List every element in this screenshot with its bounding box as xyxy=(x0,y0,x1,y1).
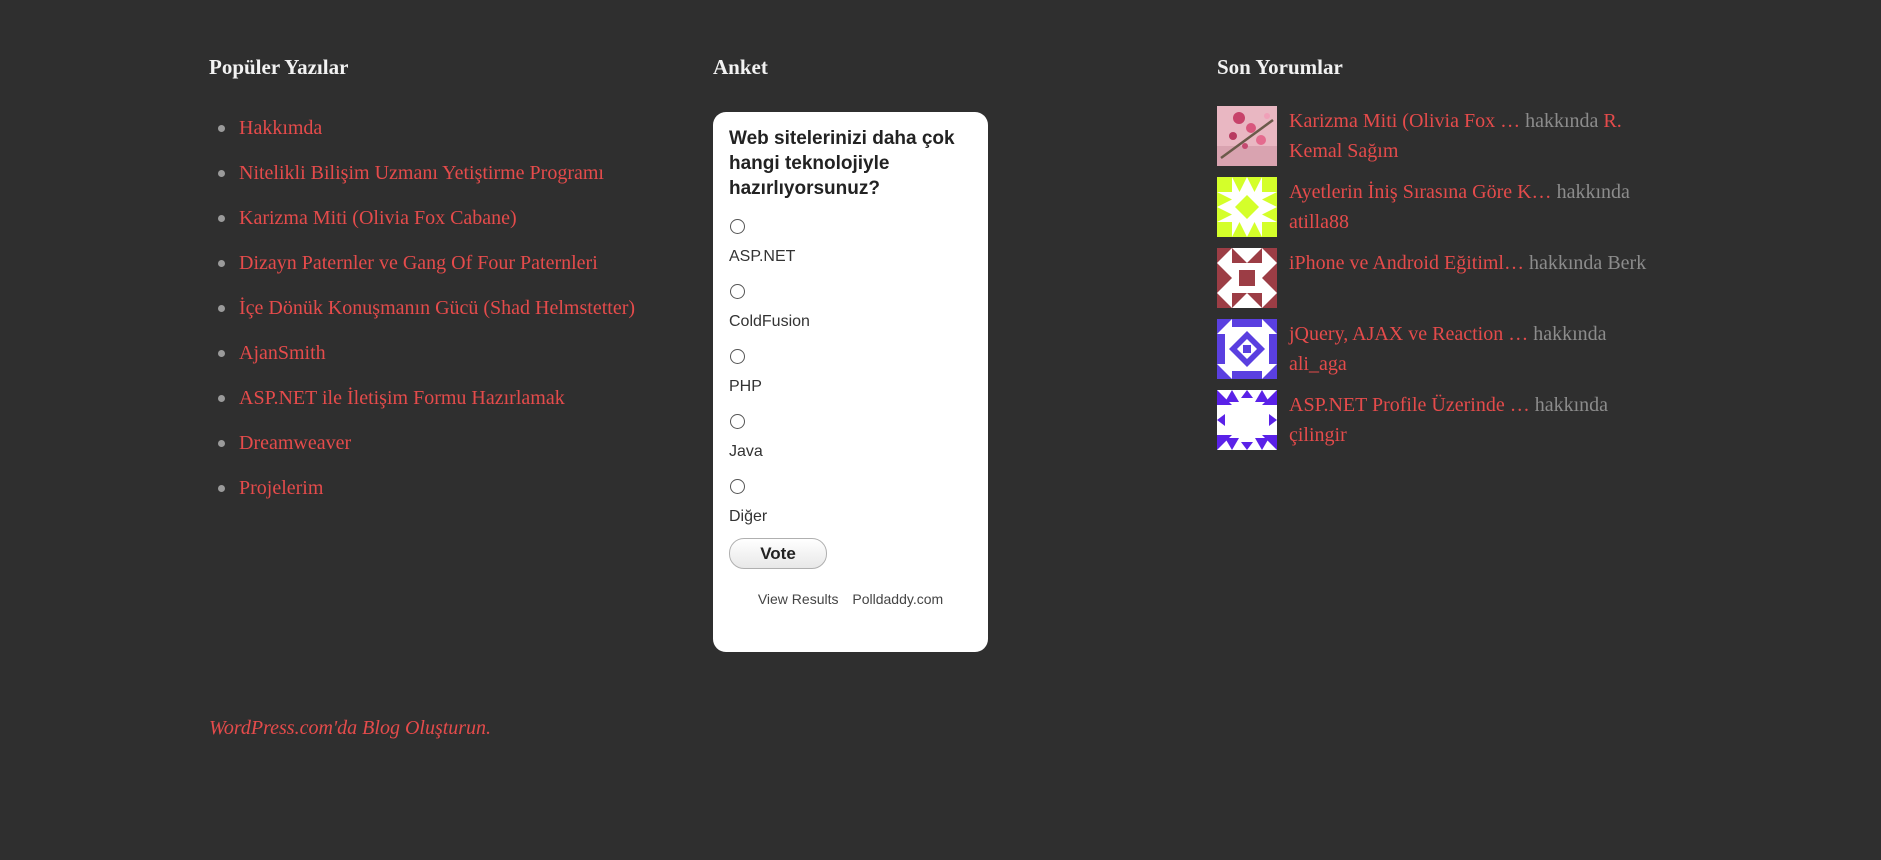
radio-button[interactable] xyxy=(730,284,745,299)
poll-answer: Java xyxy=(729,414,972,479)
list-item: Karizma Miti (Olivia Fox … hakkında R. K… xyxy=(1217,106,1667,177)
popular-posts-widget: Popüler Yazılar Hakkımda Nitelikli Biliş… xyxy=(209,52,689,511)
comment-post-link[interactable]: jQuery, AJAX ve Reaction … xyxy=(1289,323,1528,345)
poll-question: Web sitelerinizi daha çok hangi teknoloj… xyxy=(729,128,955,199)
comment-post-link[interactable]: iPhone ve Android Eğitiml… xyxy=(1289,252,1524,274)
answer-label[interactable]: Diğer xyxy=(729,507,972,527)
list-item: iPhone ve Android Eğitiml… hakkında Berk xyxy=(1217,248,1667,319)
poll-answers: ASP.NET ColdFusion PHP Java Diğer xyxy=(729,219,972,544)
comment-author: Berk xyxy=(1607,252,1647,274)
purple-identicon-avatar[interactable] xyxy=(1217,319,1277,379)
popular-post-link[interactable]: Hakkımda xyxy=(239,117,322,139)
popular-post-link[interactable]: İçe Dönük Konuşmanın Gücü (Shad Helmstet… xyxy=(239,297,635,319)
list-item: Dizayn Paternler ve Gang Of Four Paternl… xyxy=(218,241,689,286)
bullet-icon xyxy=(218,485,225,492)
list-item: Hakkımda xyxy=(218,106,689,151)
poll-answer: Diğer xyxy=(729,479,972,544)
poll-widget: Anket Web sitelerinizi daha çok hangi te… xyxy=(713,52,988,652)
list-item: ASP.NET Profile Üzerinde … hakkında çili… xyxy=(1217,390,1667,461)
poll-answer: ColdFusion xyxy=(729,284,972,349)
comment-post-link[interactable]: Karizma Miti (Olivia Fox … xyxy=(1289,110,1520,132)
popular-post-link[interactable]: Karizma Miti (Olivia Fox Cabane) xyxy=(239,207,517,229)
answer-label[interactable]: ASP.NET xyxy=(729,247,972,267)
comment-about: hakkında xyxy=(1533,323,1607,345)
answer-label[interactable]: ColdFusion xyxy=(729,312,972,332)
list-item: İçe Dönük Konuşmanın Gücü (Shad Helmstet… xyxy=(218,286,689,331)
recent-comments-list: Karizma Miti (Olivia Fox … hakkında R. K… xyxy=(1217,106,1667,461)
list-item: Projelerim xyxy=(218,466,689,511)
comment-text: ASP.NET Profile Üzerinde … hakkında çili… xyxy=(1289,390,1659,450)
comment-author-link[interactable]: çilingir xyxy=(1289,424,1347,446)
radio-button[interactable] xyxy=(730,479,745,494)
comment-about: hakkında xyxy=(1556,181,1630,203)
comment-text: Karizma Miti (Olivia Fox … hakkında R. K… xyxy=(1289,106,1659,166)
comment-about: hakkında xyxy=(1525,110,1599,132)
bullet-icon xyxy=(218,215,225,222)
poll-title: Anket xyxy=(713,55,768,79)
popular-post-link[interactable]: ASP.NET ile İletişim Formu Hazırlamak xyxy=(239,387,565,409)
bullet-icon xyxy=(218,395,225,402)
violet-identicon-avatar[interactable] xyxy=(1217,390,1277,450)
list-item: Dreamweaver xyxy=(218,421,689,466)
bullet-icon xyxy=(218,305,225,312)
lime-identicon-avatar[interactable] xyxy=(1217,177,1277,237)
popular-post-link[interactable]: Dreamweaver xyxy=(239,432,351,454)
list-item: AjanSmith xyxy=(218,331,689,376)
list-item: jQuery, AJAX ve Reaction … hakkında ali_… xyxy=(1217,319,1667,390)
view-results-link[interactable]: View Results xyxy=(758,591,839,607)
comment-about: hakkında xyxy=(1534,394,1609,416)
poll-box: Web sitelerinizi daha çok hangi teknoloj… xyxy=(713,112,988,652)
comment-author-link[interactable]: ali_aga xyxy=(1289,353,1347,375)
radio-button[interactable] xyxy=(730,349,745,364)
comment-post-link[interactable]: ASP.NET Profile Üzerinde … xyxy=(1289,394,1530,416)
popular-post-link[interactable]: Nitelikli Bilişim Uzmanı Yetiştirme Prog… xyxy=(239,162,604,184)
pink-flower-photo-avatar[interactable] xyxy=(1217,106,1277,166)
list-item: Nitelikli Bilişim Uzmanı Yetiştirme Prog… xyxy=(218,151,689,196)
wordpress-credit-link[interactable]: WordPress.com'da Blog Oluşturun. xyxy=(209,717,491,739)
recent-comments-title: Son Yorumlar xyxy=(1217,55,1343,79)
list-item: Ayetlerin İniş Sırasına Göre K… hakkında… xyxy=(1217,177,1667,248)
popular-posts-title: Popüler Yazılar xyxy=(209,55,349,79)
polldaddy-link[interactable]: Polldaddy.com xyxy=(852,591,943,607)
answer-label[interactable]: Java xyxy=(729,442,972,462)
poll-answer: PHP xyxy=(729,349,972,414)
bullet-icon xyxy=(218,260,225,267)
poll-answer: ASP.NET xyxy=(729,219,972,284)
poll-footer: View Results Polldaddy.com xyxy=(729,591,972,607)
recent-comments-widget: Son Yorumlar Karizma Miti (Olivia Fox … xyxy=(1217,52,1667,461)
radio-button[interactable] xyxy=(730,219,745,234)
answer-label[interactable]: PHP xyxy=(729,377,972,397)
vote-button[interactable]: Vote xyxy=(729,538,827,569)
comment-author-link[interactable]: atilla88 xyxy=(1289,211,1349,233)
site-footer: WordPress.com'da Blog Oluşturun. xyxy=(209,713,491,743)
comment-post-link[interactable]: Ayetlerin İniş Sırasına Göre K… xyxy=(1289,181,1552,203)
popular-post-link[interactable]: Projelerim xyxy=(239,477,323,499)
bullet-icon xyxy=(218,170,225,177)
list-item: Karizma Miti (Olivia Fox Cabane) xyxy=(218,196,689,241)
comment-text: jQuery, AJAX ve Reaction … hakkında ali_… xyxy=(1289,319,1659,379)
popular-post-link[interactable]: AjanSmith xyxy=(239,342,326,364)
comment-text: Ayetlerin İniş Sırasına Göre K… hakkında… xyxy=(1289,177,1659,237)
maroon-identicon-avatar[interactable] xyxy=(1217,248,1277,308)
comment-about: hakkında xyxy=(1529,252,1603,274)
bullet-icon xyxy=(218,350,225,357)
bullet-icon xyxy=(218,125,225,132)
list-item: ASP.NET ile İletişim Formu Hazırlamak xyxy=(218,376,689,421)
comment-text: iPhone ve Android Eğitiml… hakkında Berk xyxy=(1289,248,1659,278)
popular-posts-list: Hakkımda Nitelikli Bilişim Uzmanı Yetişt… xyxy=(209,106,689,511)
popular-post-link[interactable]: Dizayn Paternler ve Gang Of Four Paternl… xyxy=(239,252,598,274)
radio-button[interactable] xyxy=(730,414,745,429)
bullet-icon xyxy=(218,440,225,447)
